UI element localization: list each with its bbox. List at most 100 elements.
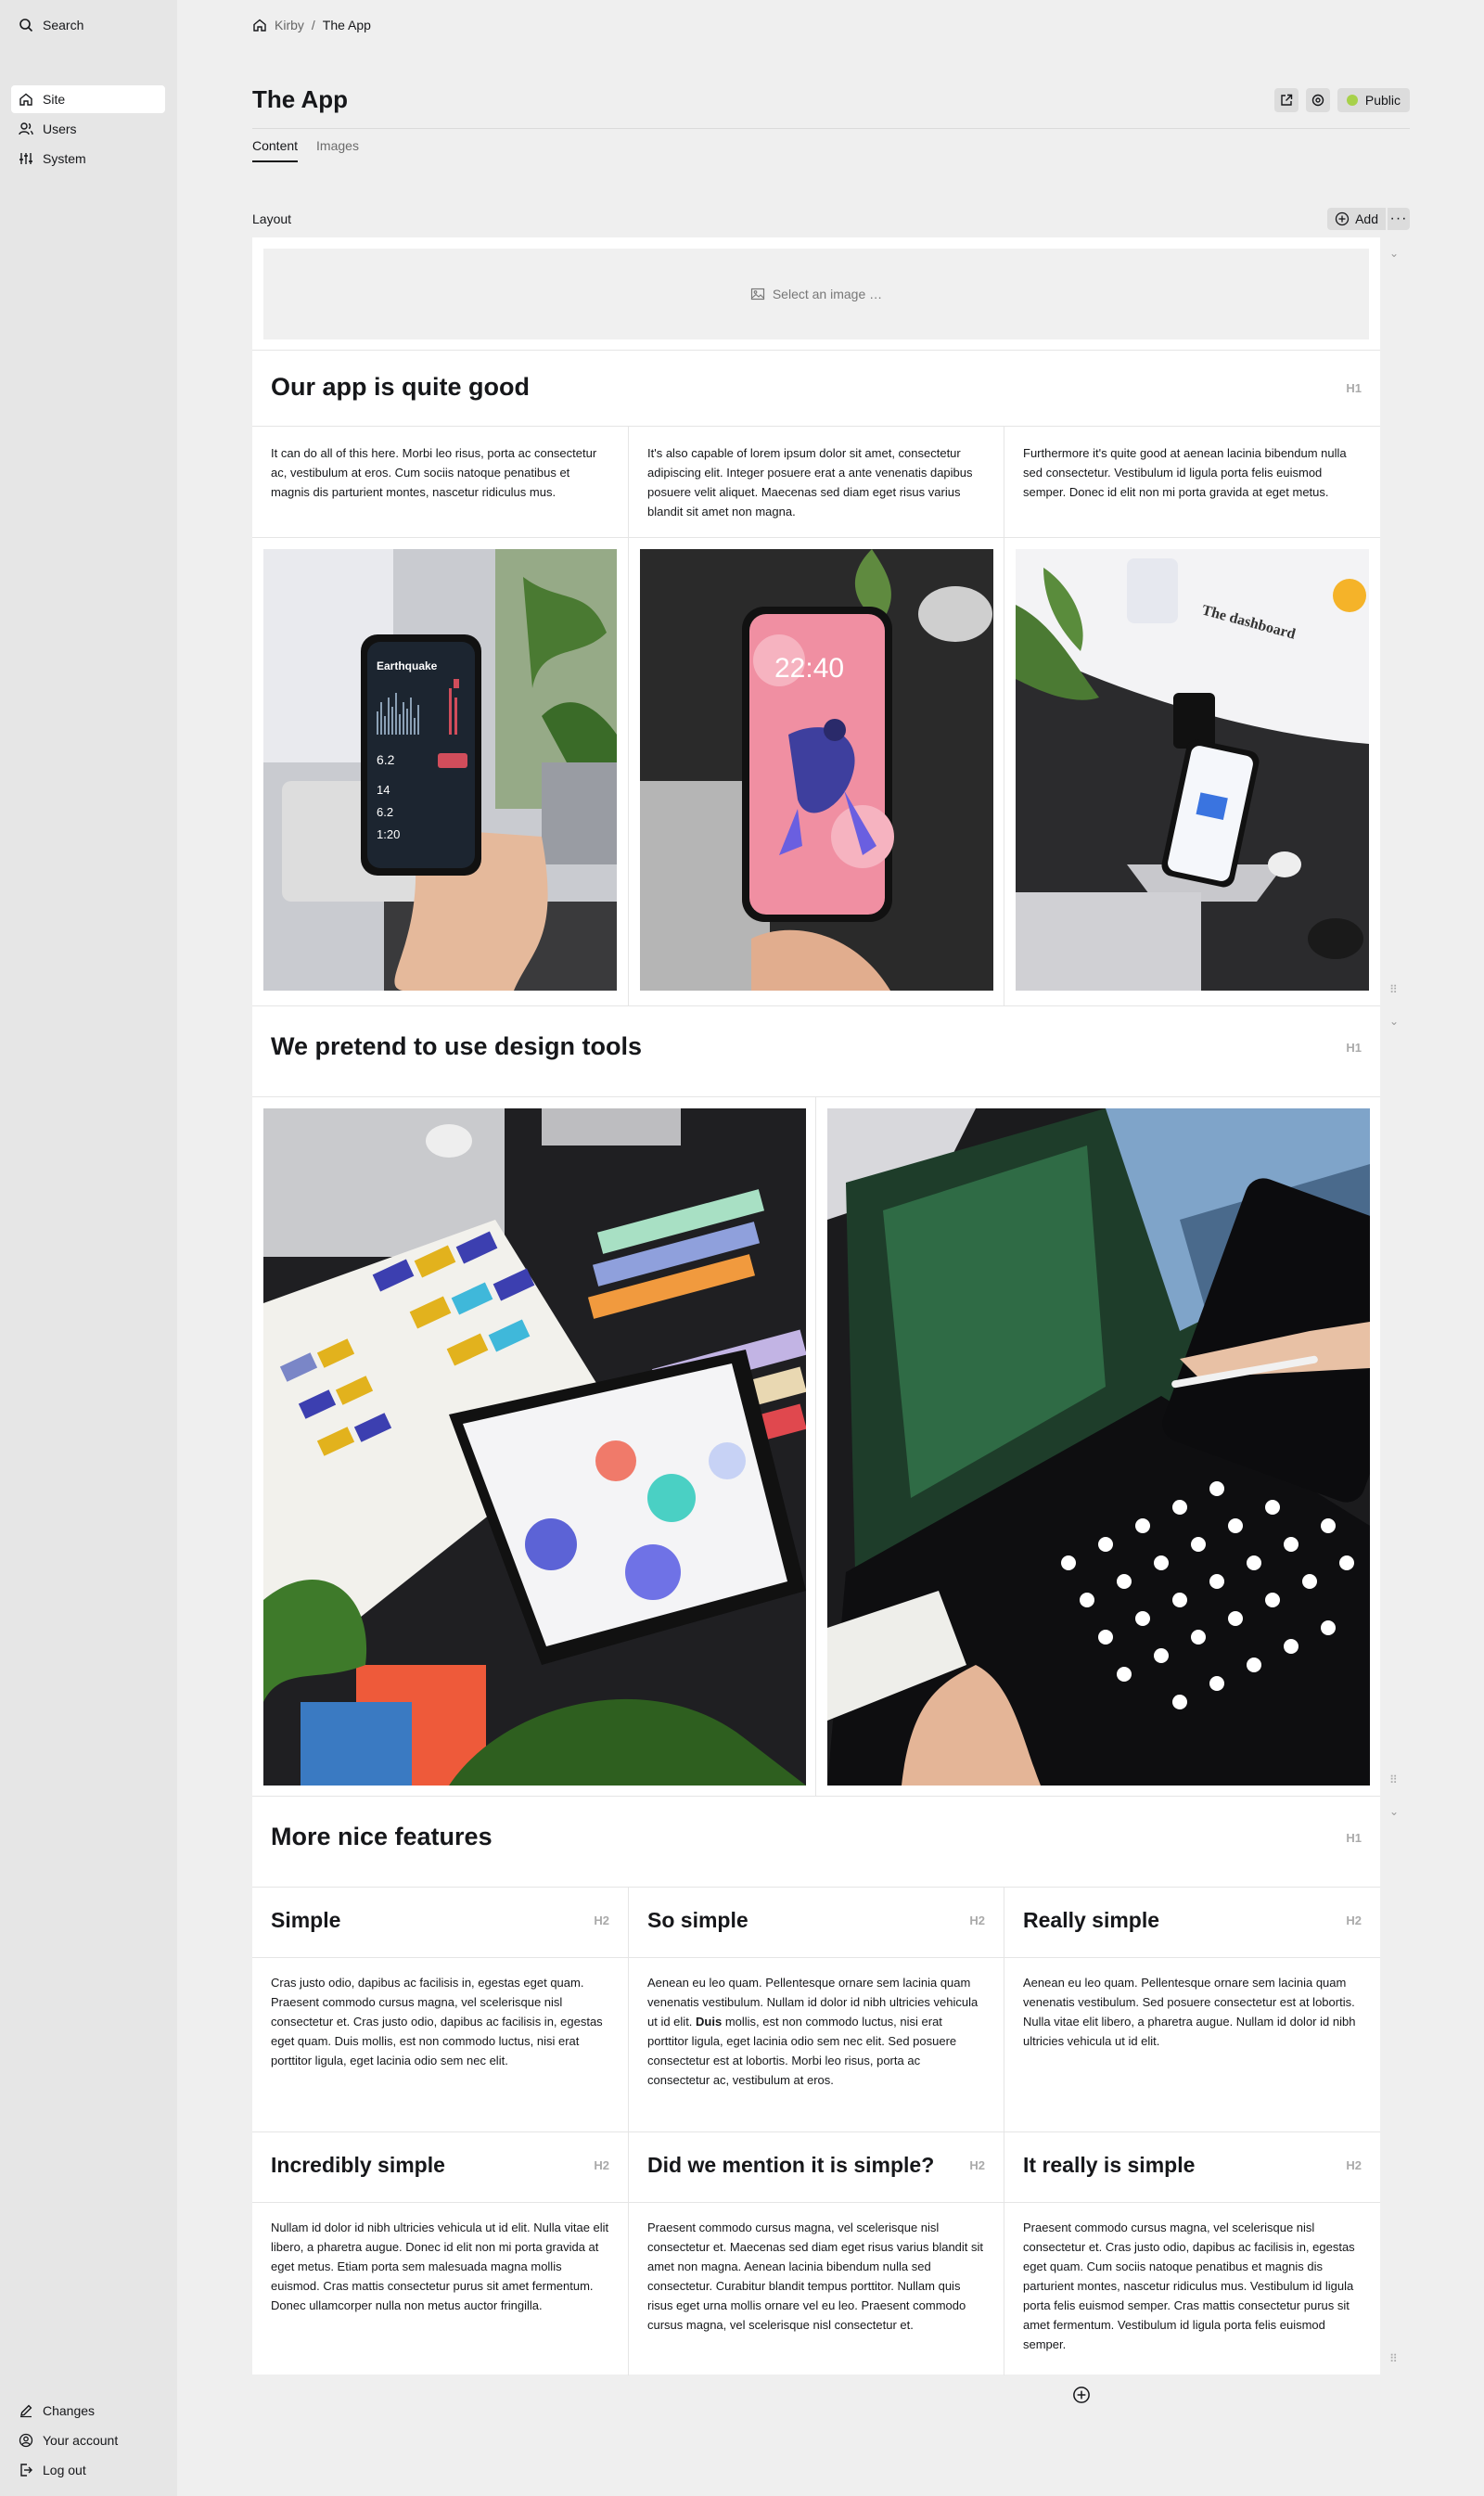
breadcrumb-separator: / bbox=[311, 18, 315, 32]
layout-field-actions: Add ··· bbox=[1327, 208, 1410, 230]
sidebar-item-system[interactable]: System bbox=[11, 145, 165, 173]
logout-button[interactable]: Log out bbox=[11, 2456, 165, 2484]
heading-level-badge: H2 bbox=[594, 2158, 609, 2172]
phone2-time: 22:40 bbox=[774, 653, 844, 684]
tab-content[interactable]: Content bbox=[252, 138, 299, 162]
text-block[interactable]: It's also capable of lorem ipsum dolor s… bbox=[629, 427, 1004, 538]
search-button[interactable]: Search bbox=[11, 11, 165, 39]
breadcrumb-current[interactable]: The App bbox=[323, 18, 371, 32]
text-block[interactable]: Nullam id dolor id nibh ultricies vehicu… bbox=[252, 2203, 628, 2375]
text-block[interactable]: Cras justo odio, dapibus ac facilisis in… bbox=[252, 1958, 628, 2132]
drag-handle-icon[interactable]: ⠿ bbox=[1389, 2352, 1398, 2365]
open-button[interactable] bbox=[1273, 88, 1298, 112]
account-label: Your account bbox=[43, 2433, 119, 2448]
image-placeholder[interactable]: Select an image … bbox=[263, 249, 1369, 339]
paragraph: Aenean eu leo quam. Pellentesque ornare … bbox=[1023, 1976, 1356, 2048]
text-block[interactable]: Furthermore it's quite good at aenean la… bbox=[1004, 427, 1380, 538]
status-button[interactable]: Public bbox=[1337, 88, 1410, 112]
heading-text: Incredibly simple bbox=[271, 2153, 445, 2177]
chevron-down-icon[interactable]: ⌄ bbox=[1389, 1805, 1399, 1818]
heading-text: Really simple bbox=[1023, 1908, 1160, 1932]
layout-row-3: More nice features H1 Simple H2 Cras jus… bbox=[252, 1796, 1410, 2375]
heading-block[interactable]: Incredibly simple H2 bbox=[252, 2132, 628, 2203]
sidebar-item-site[interactable]: Site bbox=[11, 85, 165, 113]
heading-block[interactable]: So simple H2 bbox=[629, 1888, 1004, 1958]
text-block[interactable]: It can do all of this here. Morbi leo ri… bbox=[252, 427, 628, 538]
add-row-button[interactable] bbox=[1072, 2386, 1091, 2404]
search-icon bbox=[19, 18, 33, 32]
layout-row-content: More nice features H1 Simple H2 Cras jus… bbox=[252, 1796, 1380, 2375]
column-1: Simple H2 Cras justo odio, dapibus ac fa… bbox=[252, 1888, 629, 2375]
heading-text: Did we mention it is simple? bbox=[647, 2153, 935, 2177]
settings-button[interactable] bbox=[1305, 88, 1330, 112]
breadcrumb-root[interactable]: Kirby bbox=[275, 18, 304, 32]
dashboard-photo-image: The dashboard bbox=[1016, 549, 1369, 991]
sidebar: Search Site Users System Changes Your ac… bbox=[0, 0, 177, 2496]
logout-icon bbox=[19, 2463, 33, 2477]
layout-row-side: ⌄ ⠿ bbox=[1380, 1796, 1410, 2374]
heading-block[interactable]: More nice features H1 bbox=[252, 1797, 1380, 1888]
phone-photo-2-image: 22:40 bbox=[640, 549, 993, 991]
phone-photo-2[interactable]: 22:40 bbox=[640, 549, 993, 991]
paragraph: Cras justo odio, dapibus ac facilisis in… bbox=[271, 1976, 603, 2067]
sidebar-item-label: Users bbox=[43, 122, 77, 136]
dots-icon: ··· bbox=[1389, 211, 1408, 226]
home-icon[interactable] bbox=[252, 18, 267, 32]
heading-text: We pretend to use design tools bbox=[271, 1032, 643, 1060]
account-button[interactable]: Your account bbox=[11, 2426, 165, 2454]
phone-photo-1[interactable]: Earthquake 6.2 14 6.2 1:20 bbox=[263, 549, 617, 991]
more-options-button[interactable]: ··· bbox=[1388, 208, 1410, 230]
paragraph: It can do all of this here. Morbi leo ri… bbox=[271, 446, 597, 499]
pencil-icon bbox=[19, 2403, 33, 2418]
text-block[interactable]: Praesent commodo cursus magna, vel scele… bbox=[629, 2203, 1004, 2375]
drag-handle-icon[interactable]: ⠿ bbox=[1389, 983, 1398, 996]
sidebar-item-users[interactable]: Users bbox=[11, 115, 165, 143]
phone1-value-1: 6.2 bbox=[377, 752, 395, 767]
tab-images[interactable]: Images bbox=[316, 138, 359, 162]
column-1 bbox=[252, 1097, 816, 1797]
columns-3: It can do all of this here. Morbi leo ri… bbox=[252, 427, 1380, 1005]
drag-handle-icon[interactable]: ⠿ bbox=[1389, 1773, 1398, 1786]
layout-row-2: We pretend to use design tools H1 ⌄ ⠿ bbox=[252, 1005, 1410, 1797]
image-icon bbox=[750, 287, 765, 301]
phone1-value-4: 1:20 bbox=[377, 827, 400, 841]
heading-block[interactable]: Simple H2 bbox=[252, 1888, 628, 1958]
text-block[interactable]: Aenean eu leo quam. Pellentesque ornare … bbox=[629, 1958, 1004, 2132]
paragraph: Aenean eu leo quam. Pellentesque ornare … bbox=[647, 1973, 985, 2090]
external-link-icon bbox=[1279, 93, 1294, 108]
tablet-magazine-photo[interactable] bbox=[827, 1108, 1370, 1786]
heading-block[interactable]: It really is simple H2 bbox=[1004, 2132, 1380, 2203]
column-2: It's also capable of lorem ipsum dolor s… bbox=[629, 427, 1004, 1005]
changes-button[interactable]: Changes bbox=[11, 2397, 165, 2425]
add-layout-button[interactable]: Add bbox=[1327, 208, 1386, 230]
search-label: Search bbox=[43, 18, 84, 32]
sidebar-item-label: System bbox=[43, 151, 86, 166]
status-label: Public bbox=[1364, 93, 1401, 108]
color-swatches-photo[interactable] bbox=[263, 1108, 806, 1786]
tablet-magazine-photo-image bbox=[827, 1108, 1370, 1786]
paragraph-bold: Duis bbox=[696, 2015, 723, 2029]
chevron-down-icon[interactable]: ⌄ bbox=[1389, 1015, 1399, 1028]
text-block[interactable]: Praesent commodo cursus magna, vel scele… bbox=[1004, 2203, 1380, 2375]
heading-block[interactable]: We pretend to use design tools H1 bbox=[252, 1006, 1380, 1097]
heading-level-badge: H2 bbox=[969, 2158, 985, 2172]
heading-block[interactable]: Really simple H2 bbox=[1004, 1888, 1380, 1958]
page-title: The App bbox=[252, 85, 349, 113]
dashboard-photo[interactable]: The dashboard bbox=[1016, 549, 1369, 991]
color-swatches-photo-image bbox=[263, 1108, 806, 1786]
paragraph: Furthermore it's quite good at aenean la… bbox=[1023, 446, 1347, 499]
chevron-down-icon[interactable]: ⌄ bbox=[1389, 247, 1399, 260]
header-actions: Public bbox=[1273, 88, 1410, 112]
text-block[interactable]: Aenean eu leo quam. Pellentesque ornare … bbox=[1004, 1958, 1380, 2132]
changes-label: Changes bbox=[43, 2403, 96, 2418]
heading-text: So simple bbox=[647, 1908, 748, 1932]
image-placeholder-text: Select an image … bbox=[772, 287, 883, 301]
heading-text: It really is simple bbox=[1023, 2153, 1196, 2177]
paragraph: It's also capable of lorem ipsum dolor s… bbox=[647, 446, 973, 518]
heading-level-badge: H2 bbox=[969, 1914, 985, 1927]
heading-block[interactable]: Did we mention it is simple? H2 bbox=[629, 2132, 1004, 2203]
heading-text: Simple bbox=[271, 1908, 341, 1932]
phone-photo-1-image: Earthquake 6.2 14 6.2 1:20 bbox=[263, 549, 617, 991]
heading-block[interactable]: Our app is quite good H1 bbox=[252, 351, 1380, 427]
image-block[interactable]: Select an image … bbox=[252, 237, 1380, 351]
